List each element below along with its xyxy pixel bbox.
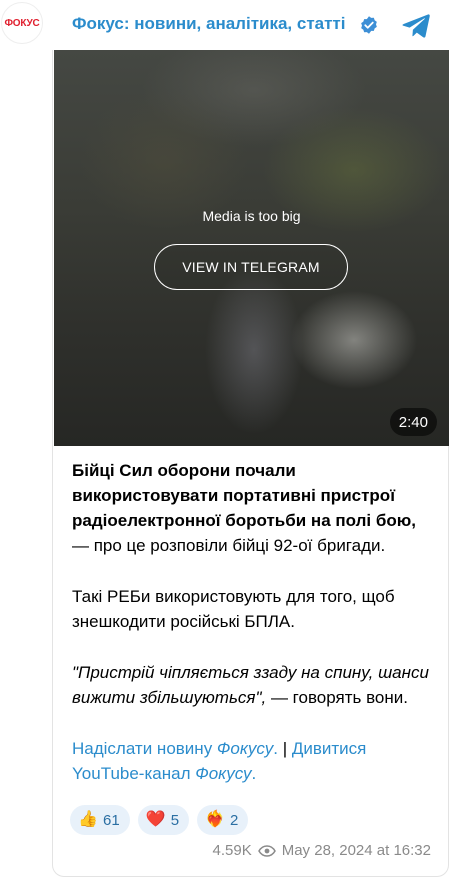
media-preview[interactable]: Media is too big VIEW IN TELEGRAM 2:40: [54, 50, 449, 446]
reaction-count: 5: [170, 811, 180, 829]
post-lead-rest: — про це розповіли бійці 92-ої бригади.: [72, 536, 386, 555]
media-too-big-message: Media is too big: [202, 208, 301, 224]
channel-avatar[interactable]: ФОКУС: [1, 2, 43, 44]
reaction-red-heart[interactable]: ❤️ 5: [137, 805, 190, 835]
view-in-telegram-button[interactable]: VIEW IN TELEGRAM: [154, 244, 348, 290]
telegram-post-page: ФОКУС Фокус: новини, аналітика, статті M…: [0, 0, 450, 878]
red-heart-icon: ❤️: [145, 811, 166, 828]
send-news-link[interactable]: Надіслати новину Фокусу.: [72, 739, 278, 758]
channel-header: ФОКУС Фокус: новини, аналітика, статті: [0, 0, 450, 52]
telegram-share-icon[interactable]: [401, 11, 431, 39]
channel-title[interactable]: Фокус: новини, аналітика, статті: [72, 14, 346, 34]
post-meta: 4.59K May 28, 2024 at 16:32: [213, 842, 431, 859]
video-duration-badge: 2:40: [389, 408, 437, 436]
links-separator: |: [277, 739, 292, 758]
post-paragraph-2: Такі РЕБи використовують для того, щоб з…: [72, 587, 395, 631]
post-links: Надіслати новину Фокусу. | Дивитися YouT…: [72, 736, 432, 786]
heart-on-fire-icon: ❤️‍🔥: [205, 811, 225, 828]
reaction-count: 2: [230, 811, 239, 829]
reaction-thumbs-up[interactable]: 👍 61: [70, 805, 130, 835]
eye-icon: [257, 844, 276, 857]
reaction-count: 61: [103, 811, 120, 829]
verified-badge-icon: [361, 16, 377, 34]
post-paragraph-3: "Пристрій чіпляється ззаду на спину, шан…: [72, 660, 432, 710]
reactions-bar: 👍 61 ❤️ 5 ❤️‍🔥 2: [70, 805, 249, 835]
view-count: 4.59K: [212, 842, 252, 859]
post-paragraph-1: Бійці Сил оборони почали використовувати…: [72, 458, 432, 558]
post-text: Бійці Сил оборони почали використовувати…: [72, 458, 432, 786]
reaction-heart-on-fire[interactable]: ❤️‍🔥 2: [197, 805, 249, 835]
post-date[interactable]: May 28, 2024 at 16:32: [282, 842, 431, 859]
thumbs-up-icon: 👍: [78, 811, 98, 828]
post-lead-bold: Бійці Сил оборони почали використовувати…: [72, 461, 416, 530]
avatar-logo-text: ФОКУС: [4, 17, 40, 29]
post-quote-rest: — говорять вони.: [266, 688, 408, 707]
